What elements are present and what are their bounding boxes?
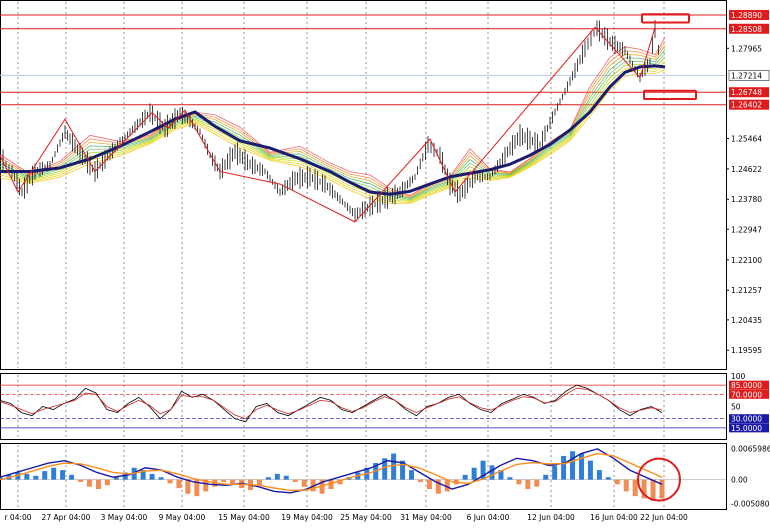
x-tick-label: 15 May 04:00 (218, 513, 270, 522)
trading-chart: r 04:00 27 Apr 04:00 3 May 04:00 9 May 04:0… (0, 0, 770, 525)
chart-canvas: r 04:00 27 Apr 04:00 3 May 04:00 9 May 04:0… (0, 0, 770, 522)
macd-bar (78, 479, 84, 482)
x-tick-label: 6 Jun 04:00 (467, 513, 510, 522)
macd-bar (33, 475, 39, 480)
y-tick-label: 1.22100 (731, 256, 762, 265)
macd-bar (587, 460, 593, 480)
x-tick-label: 19 May 04:00 (281, 513, 333, 522)
macd-bar (614, 479, 620, 485)
macd-bar (605, 477, 611, 480)
macd-tick-label: 0.0065986 (731, 444, 770, 453)
macd-bar (104, 479, 110, 486)
macd-bar (659, 479, 665, 499)
macd-bar (221, 479, 227, 482)
macd-bar (570, 451, 576, 480)
macd-tick-label: -0.0050807 (731, 500, 770, 509)
macd-bar (596, 470, 602, 480)
macd-bar (42, 471, 48, 480)
current-price-label: 1.27214 (731, 71, 762, 80)
macd-bar (69, 474, 75, 480)
macd-bar (623, 479, 629, 492)
macd-bar (471, 467, 477, 480)
x-tick-label: 9 May 04:00 (159, 513, 206, 522)
macd-bar (256, 479, 262, 486)
y-tick-label: 1.23780 (731, 195, 762, 204)
stoch-level-label: 15.0000 (731, 424, 762, 433)
y-tick-label: 1.25464 (731, 135, 762, 144)
macd-bar (543, 474, 549, 480)
macd-bar (24, 473, 30, 480)
level-label: 1.28508 (731, 25, 762, 34)
y-tick-label: 1.21257 (731, 286, 762, 295)
level-label: 1.28890 (731, 11, 762, 20)
macd-bar (86, 479, 92, 487)
y-tick-label: 1.20435 (731, 316, 762, 325)
macd-bar (516, 479, 522, 485)
macd-bar (274, 473, 280, 480)
y-tick-label: 1.27965 (731, 44, 762, 53)
y-tick-label: 1.24622 (731, 165, 762, 174)
macd-bar (149, 473, 155, 480)
macd-bar (391, 453, 397, 480)
macd-bar (534, 479, 540, 487)
x-tick-label: 16 Jun 04:00 (590, 513, 638, 522)
macd-bar (552, 465, 558, 480)
stoch-level-label: 30.0000 (731, 415, 762, 424)
x-tick-label: 25 May 04:00 (340, 513, 392, 522)
macd-bar (632, 479, 638, 497)
x-tick-label: r 04:00 (4, 513, 31, 522)
macd-bar (489, 465, 495, 480)
macd-bar (51, 467, 57, 480)
stoch-tick-label: 100 (731, 372, 746, 381)
x-tick-label: 22 Jun 04:00 (640, 513, 688, 522)
macd-bar (507, 477, 513, 480)
macd-bar (167, 479, 173, 484)
macd-bar (462, 474, 468, 480)
x-tick-label: 3 May 04:00 (101, 513, 148, 522)
level-label: 1.26748 (731, 88, 762, 97)
x-tick-label: 12 Jun 04:00 (527, 513, 575, 522)
y-tick-label: 1.22947 (731, 225, 762, 234)
macd-bar (409, 470, 415, 480)
y-tick-label: 1.19595 (731, 346, 762, 355)
stoch-tick-label: 50 (731, 403, 741, 412)
x-tick-label: 27 Apr 04:00 (42, 513, 91, 522)
macd-bar (292, 479, 298, 482)
stoch-level-label: 70.0000 (731, 390, 762, 399)
macd-bar (185, 479, 191, 494)
macd-bar (650, 479, 656, 501)
macd-bar (95, 479, 101, 490)
macd-tick-label: 0.00 (731, 476, 748, 485)
x-tick-label: 31 May 04:00 (400, 513, 452, 522)
macd-bar (426, 479, 432, 490)
level-label: 1.26402 (731, 101, 762, 110)
macd-bar (60, 470, 66, 480)
macd-bar (525, 479, 531, 490)
macd-bar (301, 479, 307, 487)
macd-bar (417, 479, 423, 482)
macd-bar (265, 477, 271, 480)
macd-bar (158, 477, 164, 480)
macd-bar (283, 475, 289, 480)
macd-bar (176, 479, 182, 489)
stoch-level-label: 85.0000 (731, 381, 762, 390)
macd-bar (561, 455, 567, 480)
